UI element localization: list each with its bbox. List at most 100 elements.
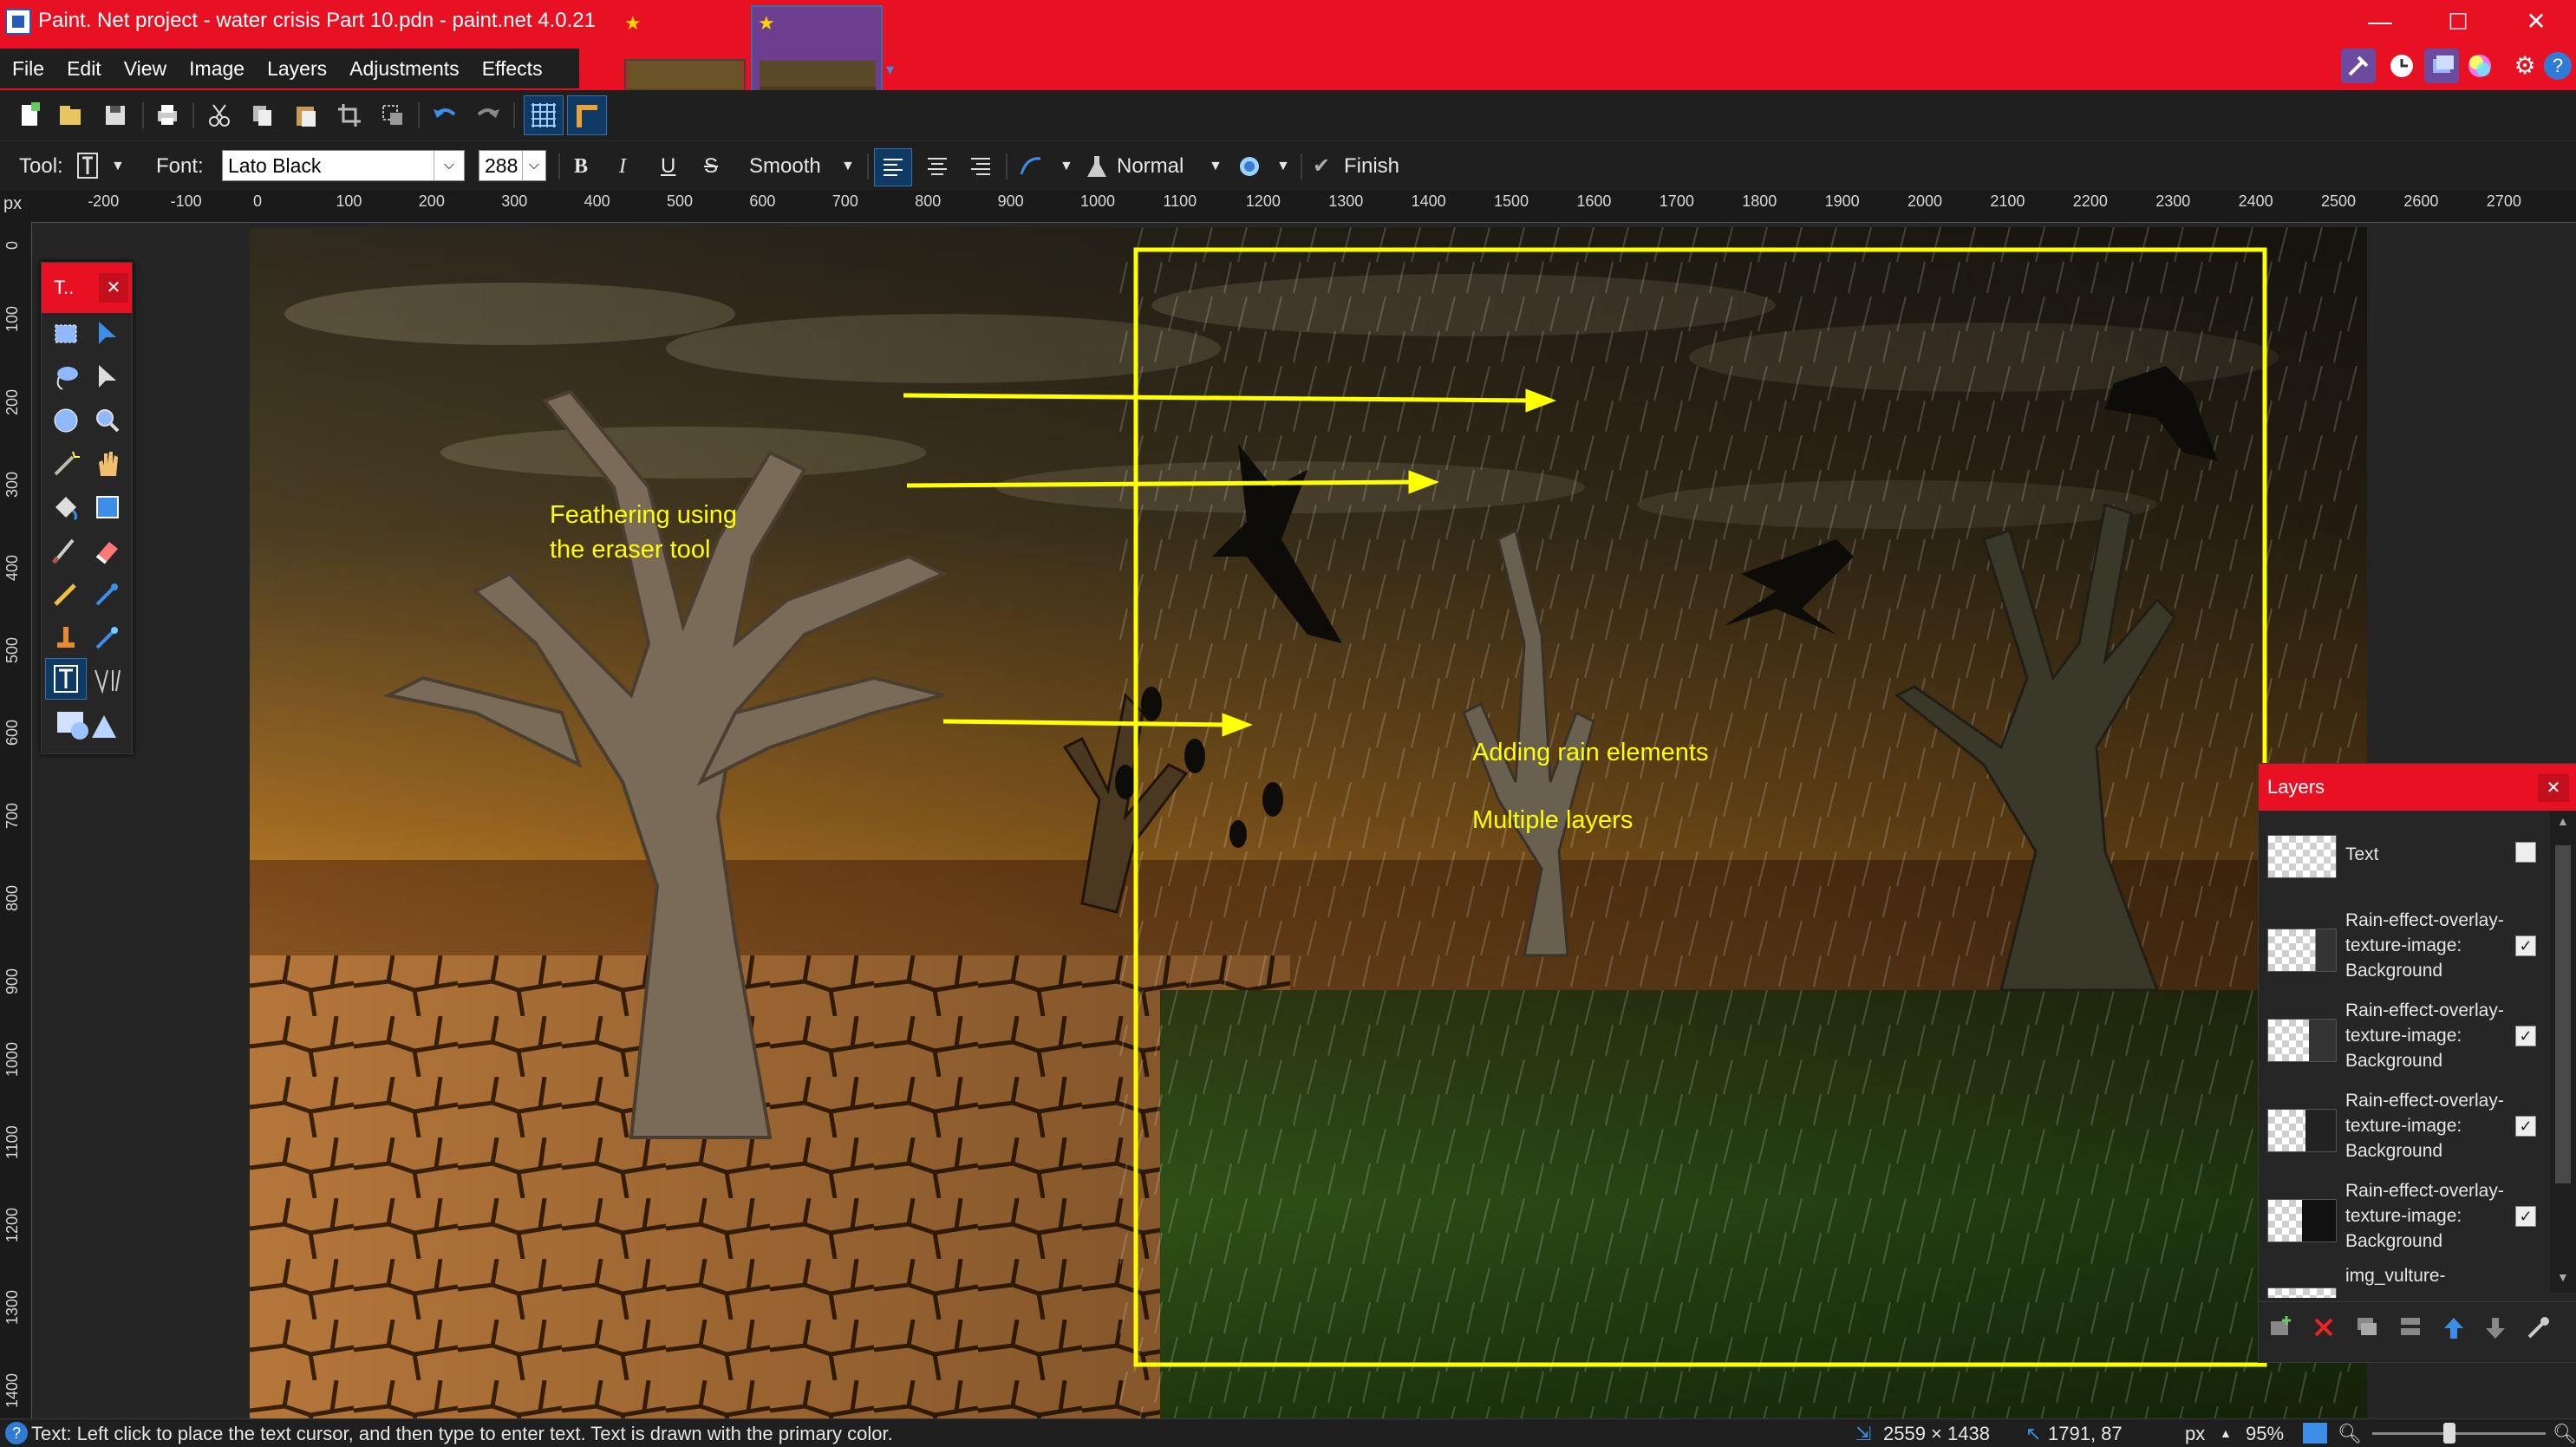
rectangle-select-icon[interactable] xyxy=(49,316,83,351)
layer-row[interactable]: img_vulture- xyxy=(2259,1263,2550,1298)
help-icon[interactable]: ? xyxy=(5,1422,28,1444)
line-curve-icon[interactable] xyxy=(90,663,125,698)
crop-to-selection-icon[interactable] xyxy=(336,102,362,128)
tools-panel-close-button[interactable]: ✕ xyxy=(99,273,128,303)
rulers-toggle[interactable] xyxy=(567,95,607,135)
layer-visibility-checkbox[interactable]: ✓ xyxy=(2515,1206,2536,1227)
chevron-down-icon[interactable]: ⌵ xyxy=(434,151,464,180)
align-left-button[interactable] xyxy=(874,148,912,186)
zoom-out-icon[interactable]: 🔍︎ xyxy=(2338,1423,2362,1445)
close-button[interactable]: ✕ xyxy=(2497,0,2575,43)
new-image-icon[interactable] xyxy=(17,102,43,128)
deselect-icon[interactable] xyxy=(380,102,406,128)
layer-visibility-checkbox[interactable]: ✓ xyxy=(2515,1026,2536,1046)
move-selection-icon[interactable] xyxy=(90,360,125,394)
scroll-up-icon[interactable]: ▲ xyxy=(2557,814,2569,828)
tool-selector[interactable] xyxy=(73,150,108,181)
maximize-button[interactable]: ☐ xyxy=(2419,0,2497,43)
unit-select[interactable]: px xyxy=(2185,1423,2205,1445)
paintbrush-icon[interactable] xyxy=(49,533,83,568)
layer-row[interactable]: Rain-effect-overlay-texture-image: Backg… xyxy=(2259,1083,2550,1173)
finish-button[interactable]: Finish xyxy=(1344,153,1399,179)
text-tool-button[interactable] xyxy=(45,658,87,700)
magic-wand-icon[interactable] xyxy=(49,446,83,481)
zoom-slider-track[interactable] xyxy=(2372,1432,2546,1435)
blend-mode-flask-icon[interactable] xyxy=(1084,153,1110,179)
chevron-down-icon[interactable]: ▼ xyxy=(1276,153,1290,179)
chevron-down-icon[interactable]: ▼ xyxy=(1209,153,1223,179)
add-layer-icon[interactable] xyxy=(2267,1314,2293,1340)
layer-properties-icon[interactable] xyxy=(2524,1314,2550,1340)
antialiasing-select[interactable]: Smooth xyxy=(749,153,821,179)
align-center-icon[interactable] xyxy=(919,148,955,185)
pixel-grid-toggle[interactable] xyxy=(524,95,564,135)
tab-list-chevron-icon[interactable]: ▾ xyxy=(886,61,903,78)
menu-image[interactable]: Image xyxy=(177,49,255,88)
underline-button[interactable]: U xyxy=(661,153,675,179)
zoom-icon[interactable] xyxy=(90,403,125,438)
layer-visibility-checkbox[interactable]: ✓ xyxy=(2515,935,2536,956)
save-icon[interactable] xyxy=(102,102,128,128)
lasso-select-icon[interactable] xyxy=(49,360,83,394)
open-icon[interactable] xyxy=(57,102,83,128)
duplicate-layer-icon[interactable] xyxy=(2354,1314,2380,1340)
redo-icon[interactable] xyxy=(475,102,501,128)
layer-row[interactable]: Rain-effect-overlay-texture-image: Backg… xyxy=(2259,1173,2550,1263)
paintnet-app-icon[interactable] xyxy=(5,9,31,35)
settings-gear-icon[interactable]: ⚙ xyxy=(2508,49,2542,83)
chevron-down-icon[interactable]: ▼ xyxy=(1060,153,1073,179)
strikethrough-button[interactable]: S xyxy=(704,153,718,179)
paste-icon[interactable] xyxy=(293,102,319,128)
italic-button[interactable]: I xyxy=(619,153,626,179)
chevron-down-icon[interactable]: ▼ xyxy=(841,153,855,179)
zoom-slider-thumb[interactable] xyxy=(2443,1423,2455,1444)
menu-edit[interactable]: Edit xyxy=(55,49,112,88)
layers-panel-header[interactable]: Layers ✕ xyxy=(2259,764,2576,811)
menu-layers[interactable]: Layers xyxy=(255,49,337,88)
shapes-icon[interactable] xyxy=(54,708,120,743)
scroll-down-icon[interactable]: ▼ xyxy=(2557,1270,2569,1284)
delete-layer-icon[interactable] xyxy=(2311,1314,2337,1340)
layers-window-icon[interactable] xyxy=(2424,49,2459,83)
antialias-curve-icon[interactable] xyxy=(1018,153,1044,179)
eraser-icon[interactable] xyxy=(90,533,125,568)
unit-dropdown-icon[interactable]: ▲ xyxy=(2220,1426,2232,1440)
layer-row[interactable]: Text xyxy=(2259,812,2550,903)
menu-effects[interactable]: Effects xyxy=(470,49,553,88)
clone-stamp-icon[interactable] xyxy=(49,620,83,655)
copy-icon[interactable] xyxy=(250,102,276,128)
blend-mode-select[interactable]: Normal xyxy=(1117,153,1184,179)
tool-dropdown-icon[interactable]: ▼ xyxy=(111,153,125,179)
layers-scrollbar-thumb[interactable] xyxy=(2555,845,2571,1183)
recolor-icon[interactable] xyxy=(90,620,125,655)
layer-row[interactable]: Rain-effect-overlay-texture-image: Backg… xyxy=(2259,903,2550,993)
layers-panel-close-button[interactable]: ✕ xyxy=(2538,774,2569,802)
font-size-select[interactable]: 288 ⌵ xyxy=(479,150,546,181)
merge-layer-down-icon[interactable] xyxy=(2397,1314,2423,1340)
move-selected-icon[interactable] xyxy=(90,316,125,351)
font-select[interactable]: Lato Black ⌵ xyxy=(222,150,465,181)
tools-panel-header[interactable]: T.. ✕ xyxy=(42,263,132,313)
chevron-down-icon[interactable]: ⌵ xyxy=(522,151,545,180)
layer-visibility-checkbox[interactable]: ✓ xyxy=(2515,1116,2536,1137)
help-icon[interactable]: ? xyxy=(2544,52,2572,80)
move-layer-up-icon[interactable] xyxy=(2441,1314,2467,1340)
zoom-level[interactable]: 95% xyxy=(2246,1423,2284,1445)
layer-row[interactable]: Rain-effect-overlay-texture-image: Backg… xyxy=(2259,993,2550,1083)
minimize-button[interactable]: — xyxy=(2341,0,2419,43)
colors-window-icon[interactable] xyxy=(2462,49,2497,83)
menu-adjustments[interactable]: Adjustments xyxy=(337,49,470,88)
selection-mode-icon[interactable] xyxy=(1236,153,1262,179)
history-window-icon[interactable] xyxy=(2384,49,2419,83)
zoom-in-icon[interactable]: 🔍︎ xyxy=(2553,1423,2576,1445)
pan-hand-icon[interactable] xyxy=(90,446,125,481)
tools-window-icon[interactable] xyxy=(2341,49,2376,83)
undo-icon[interactable] xyxy=(432,102,458,128)
zoom-to-window-icon[interactable] xyxy=(2303,1423,2327,1444)
pencil-icon[interactable] xyxy=(49,577,83,611)
layer-visibility-checkbox[interactable] xyxy=(2515,842,2536,863)
menu-file[interactable]: File xyxy=(0,49,55,88)
menu-view[interactable]: View xyxy=(112,49,177,88)
paint-bucket-icon[interactable] xyxy=(49,490,83,525)
ellipse-select-icon[interactable] xyxy=(49,403,83,438)
